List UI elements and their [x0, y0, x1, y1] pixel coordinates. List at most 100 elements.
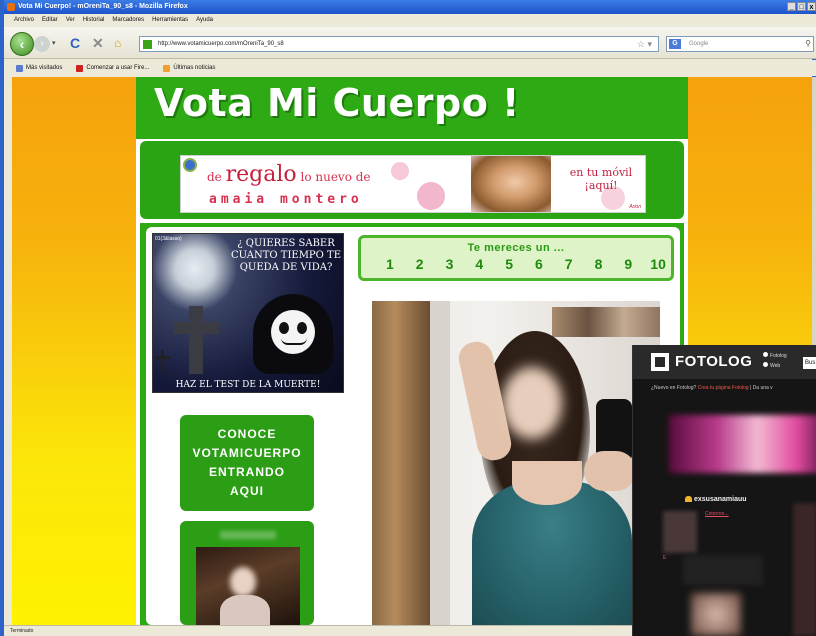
fotolog-logo-icon — [651, 353, 669, 371]
photo-shelf — [552, 307, 660, 337]
rss-icon — [163, 64, 171, 72]
decor-circle — [391, 162, 409, 180]
stop-icon[interactable]: ✕ — [92, 35, 104, 52]
rate-2[interactable]: 2 — [405, 256, 435, 272]
photo-doorframe — [430, 301, 450, 625]
photo-door — [372, 301, 430, 625]
bookmark-star-icon[interactable]: ☆ ▾ — [637, 37, 652, 51]
site-title[interactable]: Vota Mi Cuerpo ! — [154, 81, 520, 125]
user-thumbnail[interactable] — [196, 547, 300, 625]
fotolog-more-link[interactable]: | Da una v — [750, 385, 773, 391]
rate-7[interactable]: 7 — [554, 256, 584, 272]
conoce-line: VOTAMICUERPO — [192, 446, 302, 460]
menu-herramientas[interactable]: Herramientas — [152, 14, 188, 27]
conoce-line: AQUI — [230, 484, 264, 498]
conoce-line: ENTRANDO — [209, 465, 285, 479]
small-cross-bar — [155, 356, 170, 359]
back-button[interactable]: ‹ — [10, 32, 34, 56]
search-input[interactable]: G Google ⚲ — [666, 36, 814, 52]
amaia-montero-ad[interactable]: de regalo lo nuevo de amaia montero en t… — [180, 155, 646, 213]
fotolog-marker[interactable]: E — [663, 555, 666, 561]
maximize-button[interactable]: □ — [797, 2, 806, 11]
fotolog-sub-link[interactable]: Cotorreo... — [705, 511, 729, 517]
username-text: exsusanamiauu — [694, 496, 747, 503]
fotolog-create-link[interactable]: Crea tu página Fotolog — [698, 385, 749, 391]
banner-de: de — [207, 170, 222, 184]
ad-cta: HAZ EL TEST DE LA MUERTE! — [175, 380, 321, 390]
rate-1[interactable]: 1 — [375, 256, 405, 272]
ad-tag: 01(3&lasso) — [155, 236, 182, 242]
minimize-button[interactable]: _ — [787, 2, 796, 11]
skull-icon — [271, 310, 315, 354]
menu-archivo[interactable]: Archivo — [14, 14, 34, 27]
reload-icon[interactable]: C — [70, 35, 80, 51]
bookmark-getting-started[interactable]: Comenzar a usar Fire... — [76, 60, 149, 76]
menu-ayuda[interactable]: Ayuda — [196, 14, 213, 27]
close-button[interactable]: x — [807, 2, 816, 11]
google-icon[interactable]: G — [669, 39, 681, 49]
menu-bar: Archivo Editar Ver Historial Marcadores … — [4, 14, 816, 27]
address-bar[interactable]: http://www.votamicuerpo.com/mOreniTa_90_… — [139, 36, 659, 52]
rate-4[interactable]: 4 — [464, 256, 494, 272]
rate-10[interactable]: 10 — [643, 256, 673, 272]
bookmarks-toolbar: Más visitados Comenzar a usar Fire... Úl… — [4, 60, 816, 76]
conoce-votamicuerpo-button[interactable]: CONOCE VOTAMICUERPO ENTRANDO AQUI — [180, 415, 314, 511]
site-favicon-icon — [143, 40, 152, 49]
fotolog-blurred-banner — [669, 415, 816, 473]
fotolog-search-input[interactable]: Bus — [803, 357, 816, 369]
rating-label: Te mereces un ... — [467, 242, 565, 254]
small-cross-icon — [161, 350, 164, 374]
skull-mouth — [281, 338, 307, 345]
radio-icon — [763, 362, 768, 367]
fotolog-links: ¿Nuevo en Fotolog? Crea tu página Fotolo… — [651, 385, 773, 391]
rate-6[interactable]: 6 — [524, 256, 554, 272]
bookmark-most-visited[interactable]: Más visitados — [16, 60, 62, 76]
rate-8[interactable]: 8 — [584, 256, 614, 272]
rating-options: 1 2 3 4 5 6 7 8 9 10 — [375, 256, 673, 272]
gift-icon — [183, 158, 197, 172]
death-test-ad[interactable]: 01(3&lasso) ¿ QUIERES SABER CUANTO TIEMP… — [152, 233, 344, 393]
window-controls: _ □ x — [787, 2, 816, 11]
blurred-caption — [220, 531, 276, 539]
fotolog-logo[interactable]: FOTOLOG — [675, 353, 752, 370]
conoce-line: CONOCE — [217, 427, 277, 441]
site-container: Vota Mi Cuerpo ! de regalo lo nuevo de a… — [136, 77, 688, 625]
blurred-face — [502, 367, 562, 439]
title-bar: Vota Mi Cuerpo! - mOreniTa_90_s8 - Mozil… — [4, 0, 816, 14]
fotolog-username[interactable]: exsusanamiauu — [685, 496, 747, 503]
rating-box: Te mereces un ... 1 2 3 4 5 6 7 8 9 10 — [358, 235, 674, 281]
menu-historial[interactable]: Historial — [83, 14, 105, 27]
fotolog-avatar[interactable] — [663, 511, 697, 553]
window-title: Vota Mi Cuerpo! - mOreniTa_90_s8 - Mozil… — [18, 3, 188, 10]
radio-web[interactable]: Web — [763, 361, 787, 371]
banner-brand: Arion — [629, 204, 641, 210]
menu-marcadores[interactable]: Marcadores — [112, 14, 144, 27]
magnifier-icon[interactable]: ⚲ — [805, 37, 811, 51]
history-dropdown-icon[interactable]: ▾ — [52, 39, 56, 47]
user-thumbnail-card[interactable] — [180, 521, 314, 625]
bookmark-latest-news[interactable]: Últimas noticias — [163, 60, 215, 76]
fotolog-overlay: FOTOLOG Fotolog Web Bus ¿Nuevo en Fotolo… — [632, 345, 816, 636]
menu-editar[interactable]: Editar — [42, 14, 58, 27]
lock-icon — [685, 496, 692, 502]
rate-5[interactable]: 5 — [494, 256, 524, 272]
decor-circle — [417, 182, 445, 210]
forward-button[interactable]: › — [34, 36, 50, 52]
rate-3[interactable]: 3 — [435, 256, 465, 272]
photo-hand — [584, 451, 636, 491]
bookmark-label: Últimas noticias — [173, 65, 216, 71]
rate-9[interactable]: 9 — [613, 256, 643, 272]
radio-fotolog[interactable]: Fotolog — [763, 351, 787, 361]
fotolog-side-image — [793, 503, 816, 636]
menu-ver[interactable]: Ver — [66, 14, 75, 27]
fotolog-blurred-photo — [691, 593, 741, 636]
home-icon[interactable]: ⌂ — [114, 36, 121, 50]
artist-photo — [471, 156, 551, 212]
fotolog-subline: Cotorreo... — [705, 511, 729, 517]
search-placeholder: Google — [689, 41, 709, 47]
fotolog-search-scope: Fotolog Web — [763, 351, 787, 371]
fotolog-blurred-block — [683, 555, 763, 585]
bookmark-label: Comenzar a usar Fire... — [86, 65, 150, 71]
firefox-icon — [7, 3, 15, 11]
skull-eye — [279, 322, 289, 334]
